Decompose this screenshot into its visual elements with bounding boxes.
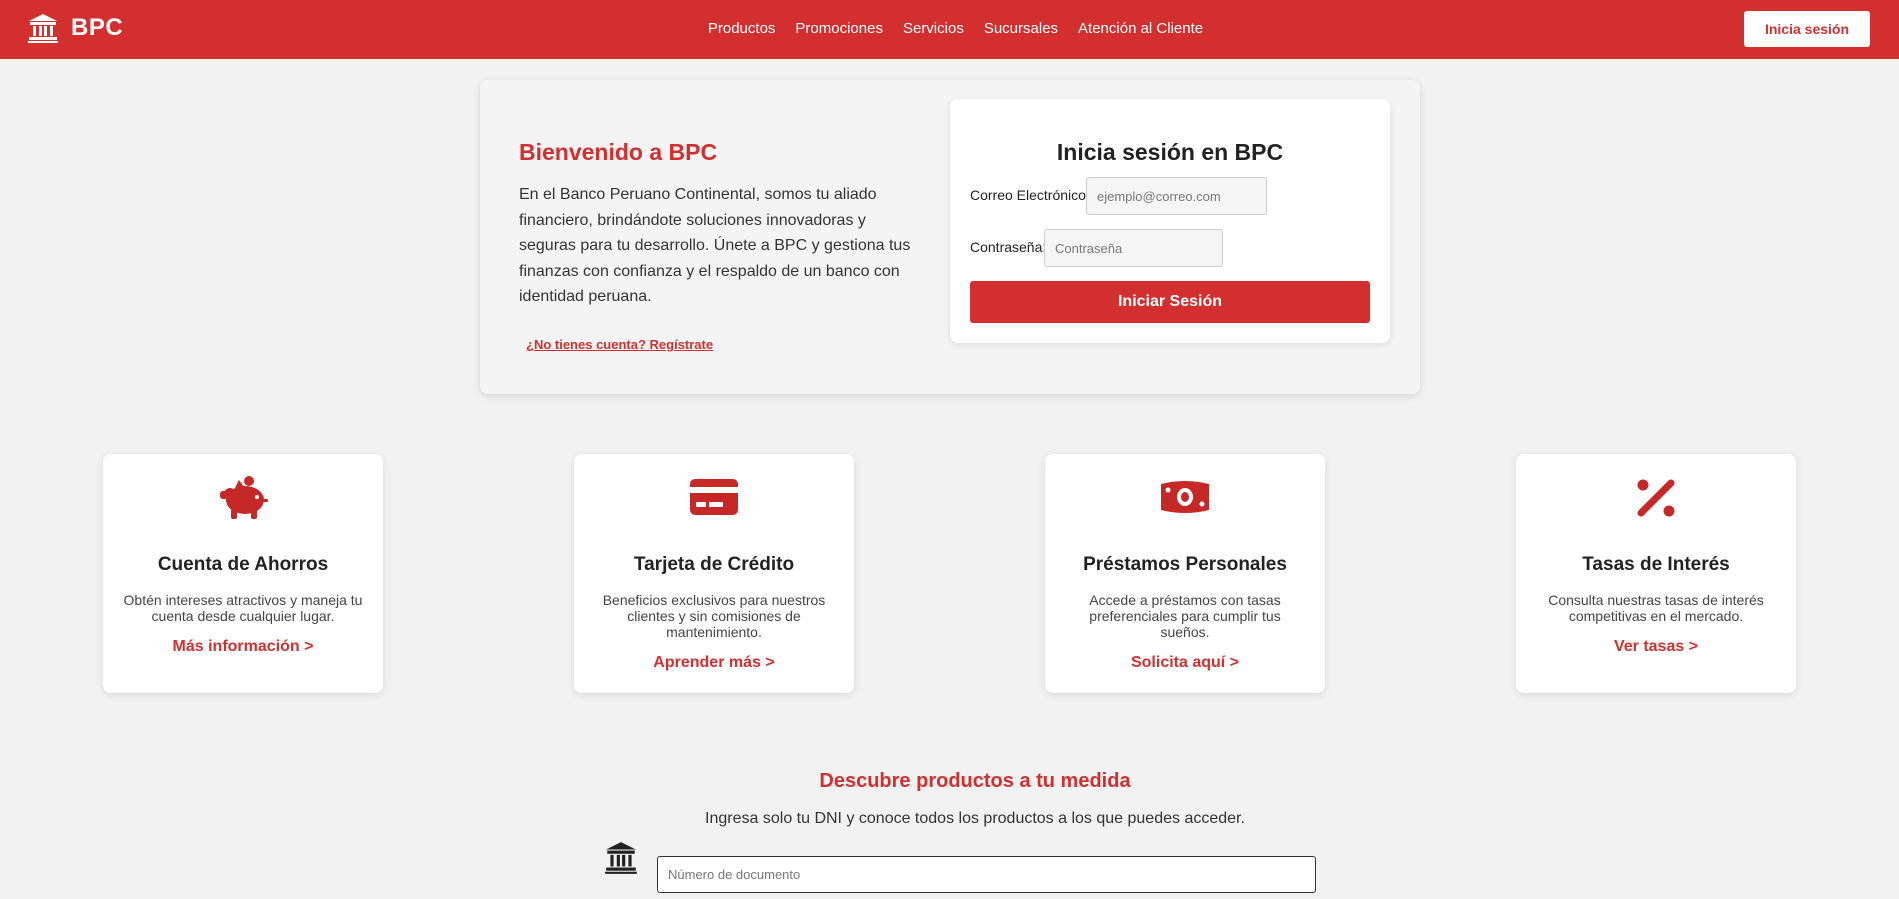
discover-title: Descubre productos a tu medida	[819, 770, 1131, 792]
password-field[interactable]	[1044, 229, 1223, 267]
card-title: Préstamos Personales	[1083, 554, 1287, 575]
percent-icon	[1637, 479, 1675, 517]
register-link[interactable]: ¿No tienes cuenta? Regístrate	[526, 337, 713, 352]
card-description: Accede a préstamos con tasas preferencia…	[1089, 592, 1281, 640]
card-title: Tasas de Interés	[1582, 554, 1730, 575]
main-nav: Productos Promociones Servicios Sucursal…	[0, 20, 1899, 37]
login-title: Inicia sesión en BPC	[1056, 139, 1284, 165]
header-login-button[interactable]: Inicia sesión	[1744, 11, 1870, 47]
card-description: Consulta nuestras tasas de interés compe…	[1548, 592, 1764, 624]
card-title: Tarjeta de Crédito	[633, 554, 795, 575]
product-card-credit: Tarjeta de Crédito Beneficios exclusivos…	[574, 454, 854, 693]
nav-servicios[interactable]: Servicios	[903, 20, 964, 37]
nav-promociones[interactable]: Promociones	[795, 20, 883, 37]
bank-icon	[605, 842, 637, 874]
document-number-input[interactable]	[657, 856, 1316, 893]
password-label: Contraseña:	[970, 239, 1047, 255]
card-link[interactable]: Más información >	[103, 638, 383, 656]
email-label: Correo Electrónico:	[970, 187, 1090, 203]
welcome-text: En el Banco Peruano Continental, somos t…	[519, 186, 911, 305]
card-description: Obtén intereses atractivos y maneja tu c…	[123, 592, 363, 624]
card-link[interactable]: Ver tasas >	[1516, 638, 1796, 656]
card-link[interactable]: Aprender más >	[574, 654, 854, 672]
nav-atencion-cliente[interactable]: Atención al Cliente	[1078, 20, 1203, 37]
piggy-bank-icon	[220, 476, 268, 519]
product-card-rates: Tasas de Interés Consulta nuestras tasas…	[1516, 454, 1796, 693]
product-card-loans: Préstamos Personales Accede a préstamos …	[1045, 454, 1325, 693]
discover-subtitle: Ingresa solo tu DNI y conoce todos los p…	[705, 810, 1245, 827]
product-card-savings: Cuenta de Ahorros Obtén intereses atract…	[103, 454, 383, 693]
money-bill-icon	[1161, 481, 1209, 513]
nav-productos[interactable]: Productos	[708, 20, 776, 37]
login-form: Inicia sesión en BPC Correo Electrónico:…	[950, 99, 1390, 343]
nav-sucursales[interactable]: Sucursales	[984, 20, 1058, 37]
login-submit-button[interactable]: Iniciar Sesión	[970, 281, 1370, 323]
card-link[interactable]: Solicita aquí >	[1045, 654, 1325, 672]
email-field[interactable]	[1086, 177, 1267, 215]
top-navbar: BPC Productos Promociones Servicios Sucu…	[0, 0, 1899, 59]
credit-card-icon	[690, 479, 738, 515]
card-description: Beneficios exclusivos para nuestros clie…	[602, 592, 826, 640]
card-title: Cuenta de Ahorros	[157, 554, 329, 575]
welcome-title: Bienvenido a BPC	[519, 139, 718, 165]
